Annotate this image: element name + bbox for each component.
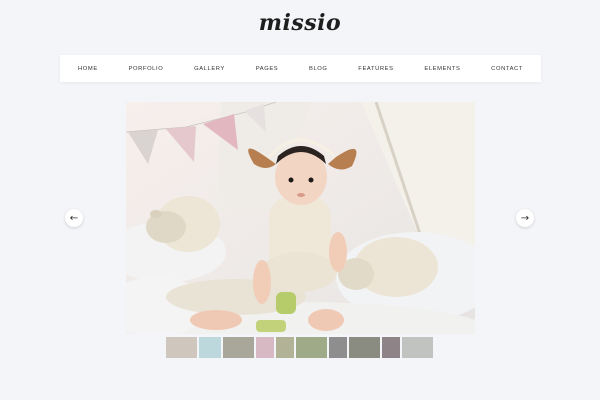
nav-item-blog[interactable]: BLOG xyxy=(309,66,328,72)
nav-item-pages[interactable]: PAGES xyxy=(256,66,279,72)
thumbnail-7[interactable] xyxy=(329,337,347,358)
thumbnail-6[interactable] xyxy=(296,337,327,358)
nav-item-elements[interactable]: ELEMENTS xyxy=(424,66,460,72)
thumbnail-2[interactable] xyxy=(199,337,221,358)
thumbnail-1[interactable] xyxy=(166,337,197,358)
thumbnail-strip xyxy=(166,337,433,358)
thumbnail-10[interactable] xyxy=(402,337,433,358)
slider-prev-button[interactable]: ← xyxy=(65,209,83,227)
nav-item-contact[interactable]: CONTACT xyxy=(491,66,523,72)
thumbnail-9[interactable] xyxy=(382,337,400,358)
gallery-main-image xyxy=(126,102,475,334)
thumbnail-5[interactable] xyxy=(276,337,294,358)
brand-logo[interactable]: missio xyxy=(0,10,600,36)
nav-item-porfolio[interactable]: PORFOLIO xyxy=(129,66,164,72)
nav-item-gallery[interactable]: GALLERY xyxy=(194,66,225,72)
nav-item-home[interactable]: HOME xyxy=(78,66,98,72)
arrow-left-icon: ← xyxy=(69,212,79,224)
slider-next-button[interactable]: → xyxy=(516,209,534,227)
thumbnail-3[interactable] xyxy=(223,337,254,358)
thumbnail-8[interactable] xyxy=(349,337,380,358)
arrow-right-icon: → xyxy=(520,212,530,224)
thumbnail-4[interactable] xyxy=(256,337,274,358)
baby-photo-illustration xyxy=(126,102,475,334)
nav-item-features[interactable]: FEATURES xyxy=(358,66,393,72)
main-navigation: HOME PORFOLIO GALLERY PAGES BLOG FEATURE… xyxy=(60,55,541,82)
